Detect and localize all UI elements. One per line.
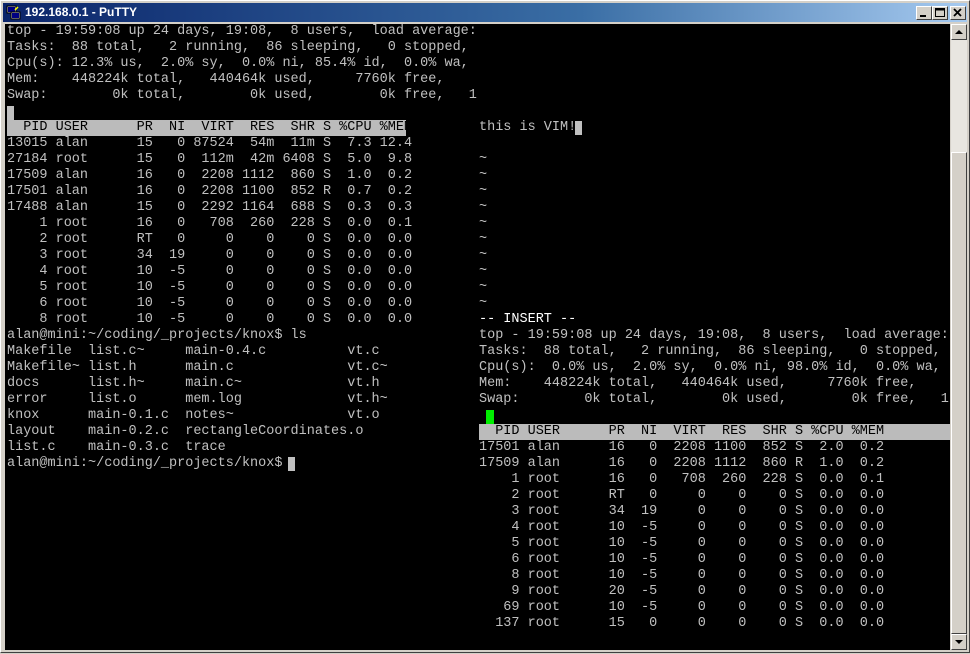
shell-prompt-ls: alan@mini:~/coding/_projects/knox$ ls <box>7 328 307 343</box>
vim-tilde: ~ <box>479 280 488 295</box>
ls-output-row: layout main-0.2.c rectangleCoordinates.o <box>7 424 364 439</box>
left-process-row: 17509 alan 16 0 2208 1112 860 S 1.0 0.2 <box>7 168 413 183</box>
vim-tilde: ~ <box>479 168 488 183</box>
right-process-row: 17501 alan 16 0 2208 1100 852 S 2.0 0.2 <box>479 440 885 455</box>
vim-tilde: ~ <box>479 152 488 167</box>
left-process-row: 27184 root 15 0 112m 42m 6408 S 5.0 9.8 <box>7 152 413 167</box>
right-top-summary-line: Cpu(s): 0.0% us, 2.0% sy, 0.0% ni, 98.0%… <box>479 360 941 375</box>
scroll-up-button[interactable] <box>951 24 967 40</box>
left-process-row: 17501 alan 16 0 2208 1100 852 R 0.7 0.2 <box>7 184 413 199</box>
arrow-down-icon <box>955 640 963 644</box>
vim-tilde: ~ <box>479 184 488 199</box>
right-process-row: 4 root 10 -5 0 0 0 S 0.0 0.0 <box>479 520 885 535</box>
scroll-down-button[interactable] <box>951 634 967 650</box>
terminal-cursor <box>7 106 14 120</box>
ls-output-row: docs list.h~ main.c~ vt.h <box>7 376 380 391</box>
vim-tilde: ~ <box>479 296 488 311</box>
vim-insert-mode: -- INSERT -- <box>479 312 577 327</box>
maximize-icon <box>935 8 945 17</box>
right-process-row: 3 root 34 19 0 0 0 S 0.0 0.0 <box>479 504 885 519</box>
right-process-header: PID USER PR NI VIRT RES SHR S %CPU %MEM <box>479 424 950 440</box>
shell-prompt: alan@mini:~/coding/_projects/knox$ <box>7 456 291 471</box>
left-top-summary-line: top - 19:59:08 up 24 days, 19:08, 8 user… <box>7 24 477 39</box>
right-terminal-cursor <box>486 410 494 424</box>
right-top-summary-line: Tasks: 88 total, 2 running, 86 sleeping,… <box>479 344 941 359</box>
minimize-icon <box>920 15 926 17</box>
right-top-summary-line: top - 19:59:08 up 24 days, 19:08, 8 user… <box>479 328 949 343</box>
ls-output-row: list.c main-0.3.c trace <box>7 440 226 455</box>
left-process-row: 8 root 10 -5 0 0 0 S 0.0 0.0 <box>7 312 413 327</box>
left-process-row: 5 root 10 -5 0 0 0 S 0.0 0.0 <box>7 280 413 295</box>
terminal-area[interactable]: top - 19:59:08 up 24 days, 19:08, 8 user… <box>5 24 950 650</box>
title-bar[interactable]: 192.168.0.1 - PuTTY <box>3 3 967 22</box>
close-icon <box>953 8 962 17</box>
putty-window: 192.168.0.1 - PuTTY top - 19:59:08 up 24… <box>0 0 970 653</box>
left-process-row: 2 root RT 0 0 0 0 S 0.0 0.0 <box>7 232 413 247</box>
vim-text: this is VIM! <box>479 120 577 135</box>
left-process-row: 17488 alan 15 0 2292 1164 688 S 0.3 0.3 <box>7 200 413 215</box>
right-process-row: 17509 alan 16 0 2208 1112 860 R 1.0 0.2 <box>479 456 885 471</box>
ls-output-row: knox main-0.1.c notes~ vt.o <box>7 408 380 423</box>
window-title: 192.168.0.1 - PuTTY <box>25 5 138 19</box>
vim-tilde: ~ <box>479 232 488 247</box>
left-process-row: 13015 alan 15 0 87524 54m 11m S 7.3 12.4 <box>7 136 413 151</box>
minimize-button[interactable] <box>916 6 932 20</box>
ls-output-row: Makefile list.c~ main-0.4.c vt.c <box>7 344 380 359</box>
vim-tilde: ~ <box>479 248 488 263</box>
arrow-up-icon <box>955 30 963 34</box>
maximize-button[interactable] <box>932 6 948 20</box>
left-top-summary-line: Cpu(s): 12.3% us, 2.0% sy, 0.0% ni, 85.4… <box>7 56 469 71</box>
left-process-row: 6 root 10 -5 0 0 0 S 0.0 0.0 <box>7 296 413 311</box>
vim-tilde: ~ <box>479 216 488 231</box>
vertical-scrollbar[interactable] <box>951 24 967 650</box>
right-top-summary-line: Swap: 0k total, 0k used, 0k free, 1 <box>479 392 949 407</box>
right-process-row: 8 root 10 -5 0 0 0 S 0.0 0.0 <box>479 568 885 583</box>
close-button[interactable] <box>950 6 966 20</box>
right-process-row: 9 root 20 -5 0 0 0 S 0.0 0.0 <box>479 584 885 599</box>
vim-tilde: ~ <box>479 200 488 215</box>
left-process-header: PID USER PR NI VIRT RES SHR S %CPU %MEM <box>7 120 413 136</box>
putty-icon[interactable] <box>6 5 21 20</box>
vim-tilde: ~ <box>479 264 488 279</box>
right-process-row: 1 root 16 0 708 260 228 S 0.0 0.1 <box>479 472 885 487</box>
vim-cursor <box>575 121 582 135</box>
prompt-cursor <box>288 457 295 471</box>
left-process-row: 4 root 10 -5 0 0 0 S 0.0 0.0 <box>7 264 413 279</box>
right-top-summary-line: Mem: 448224k total, 440464k used, 7760k … <box>479 376 917 391</box>
left-process-row: 1 root 16 0 708 260 228 S 0.0 0.1 <box>7 216 413 231</box>
right-process-row: 2 root RT 0 0 0 0 S 0.0 0.0 <box>479 488 885 503</box>
right-process-row: 6 root 10 -5 0 0 0 S 0.0 0.0 <box>479 552 885 567</box>
scrollbar-thumb[interactable] <box>951 152 967 634</box>
left-top-summary-line: Mem: 448224k total, 440464k used, 7760k … <box>7 72 445 87</box>
left-top-summary-line: Swap: 0k total, 0k used, 0k free, 1 <box>7 88 477 103</box>
right-process-row: 69 root 10 -5 0 0 0 S 0.0 0.0 <box>479 600 885 615</box>
left-top-summary-line: Tasks: 88 total, 2 running, 86 sleeping,… <box>7 40 469 55</box>
ls-output-row: Makefile~ list.h main.c vt.c~ <box>7 360 388 375</box>
right-process-row: 137 root 15 0 0 0 0 S 0.0 0.0 <box>479 616 885 631</box>
ls-output-row: error list.o mem.log vt.h~ <box>7 392 388 407</box>
right-process-row: 5 root 10 -5 0 0 0 S 0.0 0.0 <box>479 536 885 551</box>
left-process-row: 3 root 34 19 0 0 0 S 0.0 0.0 <box>7 248 413 263</box>
